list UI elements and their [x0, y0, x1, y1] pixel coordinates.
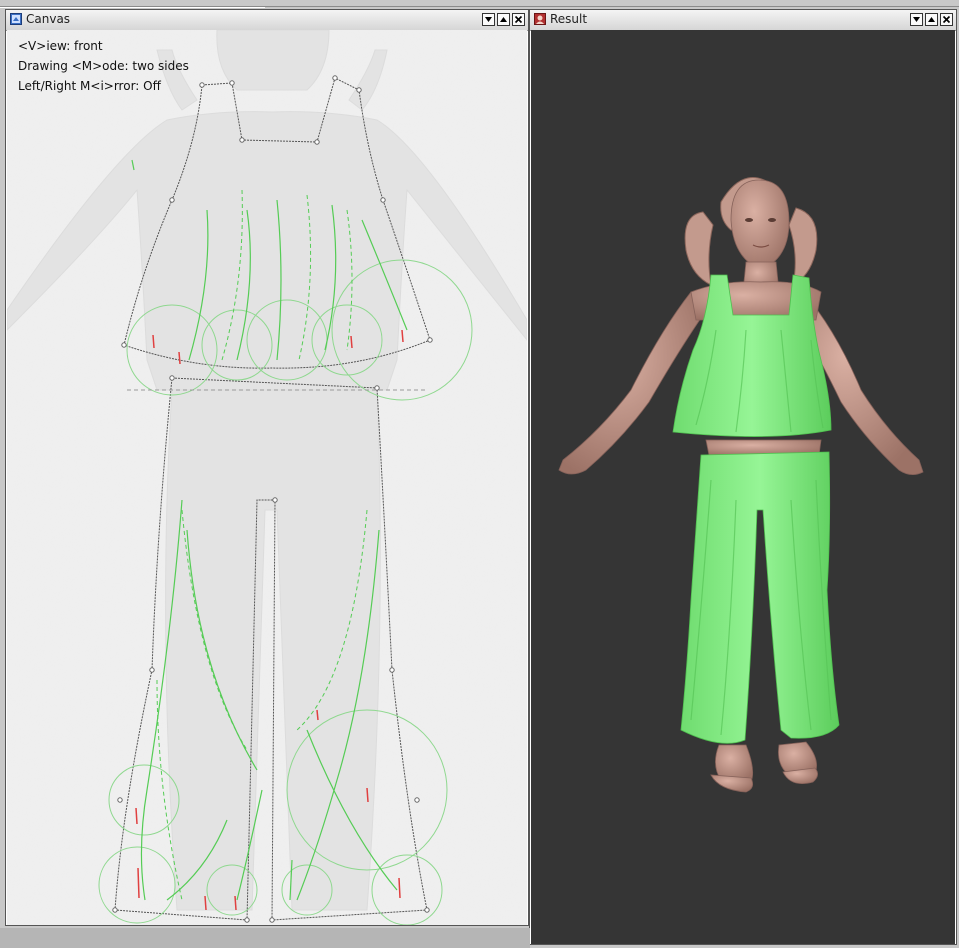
minimize-icon	[913, 17, 920, 22]
close-button[interactable]	[940, 13, 953, 26]
maximize-button[interactable]	[925, 13, 938, 26]
canvas-window[interactable]: Canvas <V>iew: front Drawing <M>ode: two…	[5, 9, 529, 926]
canvas-drawing-area[interactable]: <V>iew: front Drawing <M>ode: two sides …	[7, 30, 527, 925]
rendered-figure[interactable]	[531, 30, 955, 944]
maximize-icon	[928, 17, 935, 22]
desktop-bottom-strip	[0, 928, 530, 948]
result-window-icon	[534, 13, 546, 25]
minimize-button[interactable]	[910, 13, 923, 26]
drawing-mode-text: Drawing <M>ode: two sides	[18, 59, 189, 73]
mirror-mode-text: Left/Right M<i>rror: Off	[18, 79, 161, 93]
result-window[interactable]: Result	[529, 9, 957, 945]
desktop-divider-highlight	[0, 7, 265, 8]
view-mode-text: <V>iew: front	[18, 39, 103, 53]
canvas-window-icon	[10, 13, 22, 25]
minimize-button[interactable]	[482, 13, 495, 26]
maximize-button[interactable]	[497, 13, 510, 26]
result-titlebar[interactable]: Result	[530, 10, 956, 31]
close-icon	[514, 15, 523, 24]
result-window-title: Result	[550, 12, 588, 26]
minimize-icon	[485, 17, 492, 22]
canvas-sketch[interactable]	[7, 30, 527, 925]
maximize-icon	[500, 17, 507, 22]
close-button[interactable]	[512, 13, 525, 26]
close-icon	[942, 15, 951, 24]
canvas-titlebar[interactable]: Canvas	[6, 10, 528, 31]
canvas-status-overlay: <V>iew: front Drawing <M>ode: two sides …	[18, 36, 189, 96]
result-3d-viewport[interactable]	[531, 30, 955, 944]
canvas-window-title: Canvas	[26, 12, 71, 26]
